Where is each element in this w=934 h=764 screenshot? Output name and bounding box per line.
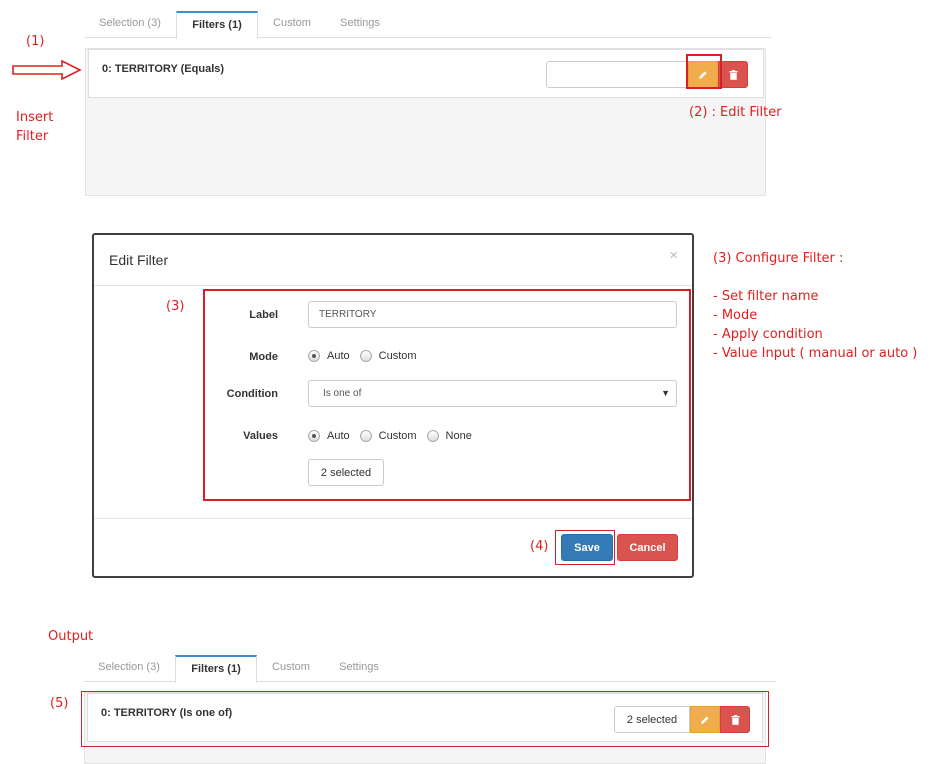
filter-row: 0: TERRITORY (Equals) xyxy=(88,49,764,98)
mode-custom-label: Custom xyxy=(378,350,417,362)
cancel-button[interactable]: Cancel xyxy=(617,534,678,561)
save-button[interactable]: Save xyxy=(561,534,613,561)
annotation-step-1: (1) xyxy=(26,34,45,49)
trash-icon xyxy=(731,714,739,725)
values-auto-label: Auto xyxy=(327,430,350,442)
filter-title: 0: TERRITORY (Equals) xyxy=(102,63,225,75)
annotation-step-3-left: (3) xyxy=(166,299,185,314)
pencil-icon xyxy=(701,715,709,724)
annotation-output: Output xyxy=(48,629,94,644)
edit-filter-button[interactable] xyxy=(690,706,720,733)
values-custom-label: Custom xyxy=(378,430,417,442)
mode-label: Mode xyxy=(249,351,278,363)
modal-footer-divider xyxy=(94,518,692,519)
filter-value-input[interactable] xyxy=(546,61,688,88)
values-auto-radio[interactable] xyxy=(308,430,320,442)
edit-filter-modal: Edit Filter × Label TERRITORY Mode Auto … xyxy=(92,233,694,578)
label-input[interactable]: TERRITORY xyxy=(308,301,677,328)
filter-title: 0: TERRITORY (Is one of) xyxy=(101,707,233,719)
close-icon[interactable]: × xyxy=(669,247,678,264)
selected-values-button[interactable]: 2 selected xyxy=(614,706,690,733)
values-none-radio[interactable] xyxy=(426,430,439,442)
annotation-step-3-item-3: - Apply condition xyxy=(713,327,823,342)
filters-panel-bottom: 0: TERRITORY (Is one of) 2 selected xyxy=(84,692,766,764)
pencil-icon xyxy=(699,70,707,79)
tab-settings[interactable]: Settings xyxy=(328,655,390,682)
annotation-insert: Insert xyxy=(16,110,54,125)
tab-custom[interactable]: Custom xyxy=(261,11,323,38)
annotation-step-2: (2) : Edit Filter xyxy=(689,105,782,120)
filters-panel-top: 0: TERRITORY (Equals) xyxy=(85,48,766,196)
trash-icon xyxy=(729,69,737,80)
edit-filter-button[interactable] xyxy=(688,61,718,88)
annotation-filter: Filter xyxy=(16,129,49,144)
values-selected-button[interactable]: 2 selected xyxy=(308,459,384,486)
condition-label: Condition xyxy=(226,388,278,400)
values-label: Values xyxy=(243,430,278,442)
tab-filters[interactable]: Filters (1) xyxy=(176,11,258,39)
annotation-step-3-item-2: - Mode xyxy=(713,308,758,323)
annotation-step-4: (4) xyxy=(530,539,549,554)
values-none-label: None xyxy=(445,430,472,442)
mode-custom-radio[interactable] xyxy=(359,350,372,362)
condition-select[interactable]: Is one of ▼ xyxy=(308,380,677,407)
label-field-label: Label xyxy=(249,309,278,321)
delete-filter-button[interactable] xyxy=(720,706,750,733)
mode-radio-group: Auto Custom xyxy=(308,350,427,362)
tab-bar-bottom: Selection (3) Filters (1) Custom Setting… xyxy=(84,655,776,683)
right-arrow-icon xyxy=(12,60,82,80)
tab-selection[interactable]: Selection (3) xyxy=(89,11,171,38)
mode-auto-radio[interactable] xyxy=(308,350,320,362)
tab-settings[interactable]: Settings xyxy=(329,11,391,38)
modal-title: Edit Filter xyxy=(109,252,169,268)
annotation-step-3-item-1: - Set filter name xyxy=(713,289,819,304)
annotation-step-3-item-4: - Value Input ( manual or auto ) xyxy=(713,346,918,361)
tab-bar-top: Selection (3) Filters (1) Custom Setting… xyxy=(85,11,771,39)
mode-auto-label: Auto xyxy=(327,350,350,362)
tab-filters[interactable]: Filters (1) xyxy=(175,655,257,683)
annotation-step-3-title: (3) Configure Filter : xyxy=(713,251,844,266)
modal-header-divider xyxy=(94,285,692,286)
caret-down-icon: ▼ xyxy=(661,388,670,398)
annotation-step-5: (5) xyxy=(50,696,69,711)
tab-selection[interactable]: Selection (3) xyxy=(88,655,170,682)
tab-custom[interactable]: Custom xyxy=(260,655,322,682)
filter-row: 0: TERRITORY (Is one of) 2 selected xyxy=(87,693,763,742)
values-radio-group: Auto Custom None xyxy=(308,430,482,442)
condition-value: Is one of xyxy=(323,388,362,399)
values-custom-radio[interactable] xyxy=(359,430,372,442)
delete-filter-button[interactable] xyxy=(718,61,748,88)
